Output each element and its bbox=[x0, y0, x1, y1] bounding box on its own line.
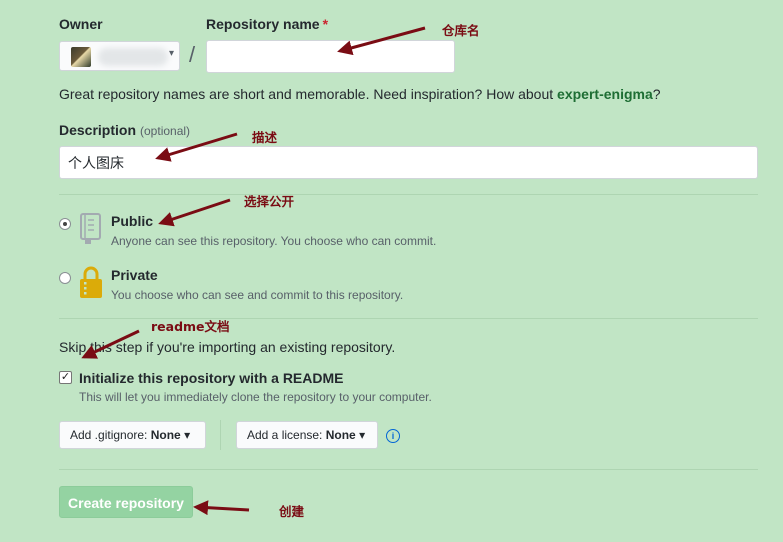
annotation-visibility: 选择公开 bbox=[244, 194, 295, 209]
annotation-arrows bbox=[81, 26, 426, 516]
arrow-create bbox=[193, 500, 250, 516]
arrow-readme bbox=[81, 329, 140, 359]
arrow-visibility bbox=[158, 198, 231, 227]
annotation-description: 描述 bbox=[252, 130, 278, 145]
annotation-repo-name: 仓库名 bbox=[442, 23, 480, 38]
arrow-description bbox=[155, 132, 238, 162]
annotation-readme: readme文档 bbox=[151, 319, 230, 334]
arrow-repo-name bbox=[337, 26, 426, 56]
annotation-create: 创建 bbox=[279, 504, 305, 519]
